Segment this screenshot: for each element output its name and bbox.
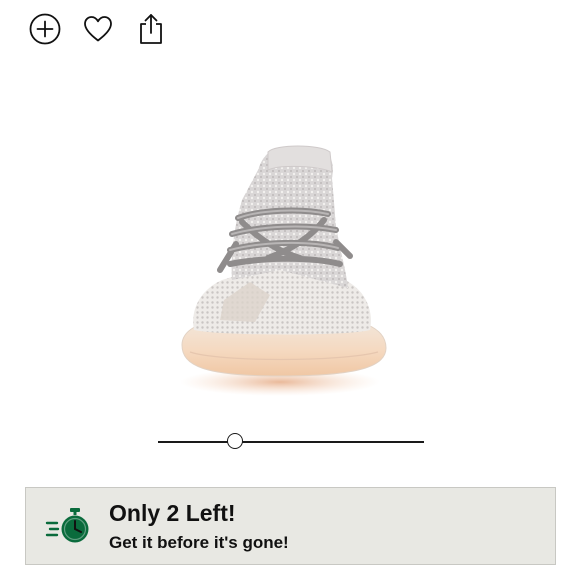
share-icon [140, 14, 162, 44]
banner-text: Only 2 Left! Get it before it's gone! [109, 500, 289, 553]
action-toolbar [27, 11, 169, 47]
stopwatch-icon [45, 508, 89, 543]
slider-track[interactable] [158, 441, 424, 443]
product-image[interactable] [160, 130, 400, 405]
low-stock-banner: Only 2 Left! Get it before it's gone! [25, 487, 556, 565]
image-rotation-slider[interactable] [158, 431, 424, 453]
share-button[interactable] [133, 11, 169, 47]
product-page: Only 2 Left! Get it before it's gone! [0, 0, 580, 580]
sneaker-front-image [180, 145, 387, 396]
add-circle-icon [29, 13, 61, 45]
favorite-button[interactable] [80, 11, 116, 47]
add-button[interactable] [27, 11, 63, 47]
banner-subtitle: Get it before it's gone! [109, 532, 289, 552]
banner-title: Only 2 Left! [109, 499, 236, 526]
heart-icon [84, 16, 112, 42]
slider-thumb[interactable] [227, 433, 244, 449]
